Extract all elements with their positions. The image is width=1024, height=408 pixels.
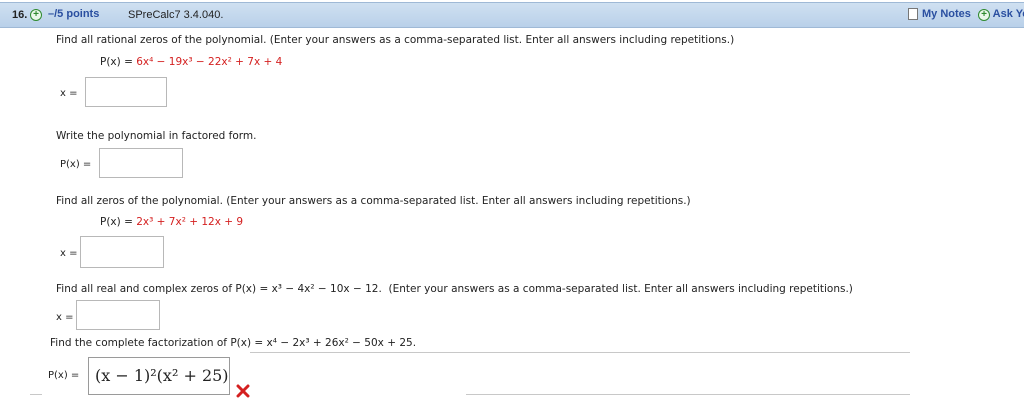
q2-polynomial: P(x) = 2x³ + 7x² + 12x + 9 (100, 216, 243, 228)
q1-x-label: x = (60, 88, 78, 99)
q3-polynomial: P(x) = x³ − 4x² − 10x − 12. (235, 283, 382, 295)
points-link[interactable]: –/5 points (48, 8, 99, 20)
divider-top (250, 352, 910, 353)
q4-instruction-a: Find the complete factorization of (50, 337, 231, 349)
ask-your-teacher-button[interactable]: + Ask Yo (978, 8, 1024, 21)
q1-factored-form-input[interactable] (99, 148, 183, 178)
q1-factor-prompt: Write the polynomial in factored form. (56, 130, 257, 142)
problem-code: SPreCalc7 3.4.040. (128, 9, 224, 21)
plus-circle-icon: + (978, 9, 990, 21)
q4-factorization-input[interactable]: (x − 1)²(x² + 25) (88, 357, 230, 395)
q1-poly-prefix: P(x) = (100, 56, 137, 68)
q3-instruction-a: Find all real and complex zeros of (56, 283, 236, 295)
q4-instruction: Find the complete factorization of P(x) … (50, 337, 416, 349)
incorrect-x-icon (236, 384, 250, 398)
q2-zeros-input[interactable] (80, 236, 164, 268)
q1-polynomial: P(x) = 6x⁴ − 19x³ − 22x² + 7x + 4 (100, 56, 282, 68)
q4-polynomial: P(x) = x⁴ − 2x³ + 26x² − 50x + 25. (230, 337, 417, 349)
q1-poly-body: 6x⁴ − 19x³ − 22x² + 7x + 4 (136, 56, 283, 68)
q1-factor-label: P(x) = (60, 159, 92, 170)
q2-poly-body: 2x³ + 7x² + 12x + 9 (136, 216, 244, 228)
notes-icon (908, 8, 918, 20)
q2-poly-prefix: P(x) = (100, 216, 137, 228)
divider-bottom (466, 394, 910, 395)
q2-instruction: Find all zeros of the polynomial. (Enter… (56, 195, 691, 207)
divider-left-stub (30, 394, 42, 395)
question-header: 16. + –/5 points SPreCalc7 3.4.040. My N… (0, 2, 1024, 28)
my-notes-button[interactable]: My Notes (908, 8, 971, 20)
ask-your-label: Ask Yo (992, 8, 1024, 20)
q3-x-label: x = (56, 312, 74, 323)
q1-zeros-input[interactable] (85, 77, 167, 107)
question-number: 16. (12, 9, 28, 21)
q3-instruction: Find all real and complex zeros of P(x) … (56, 283, 853, 295)
q3-instruction-b: (Enter your answers as a comma-separated… (388, 283, 853, 295)
q2-x-label: x = (60, 248, 78, 259)
plus-circle-icon[interactable]: + (30, 8, 42, 21)
my-notes-label: My Notes (922, 8, 971, 20)
q4-label: P(x) = (48, 370, 80, 381)
q3-zeros-input[interactable] (76, 300, 160, 330)
q1-instruction: Find all rational zeros of the polynomia… (56, 34, 735, 46)
